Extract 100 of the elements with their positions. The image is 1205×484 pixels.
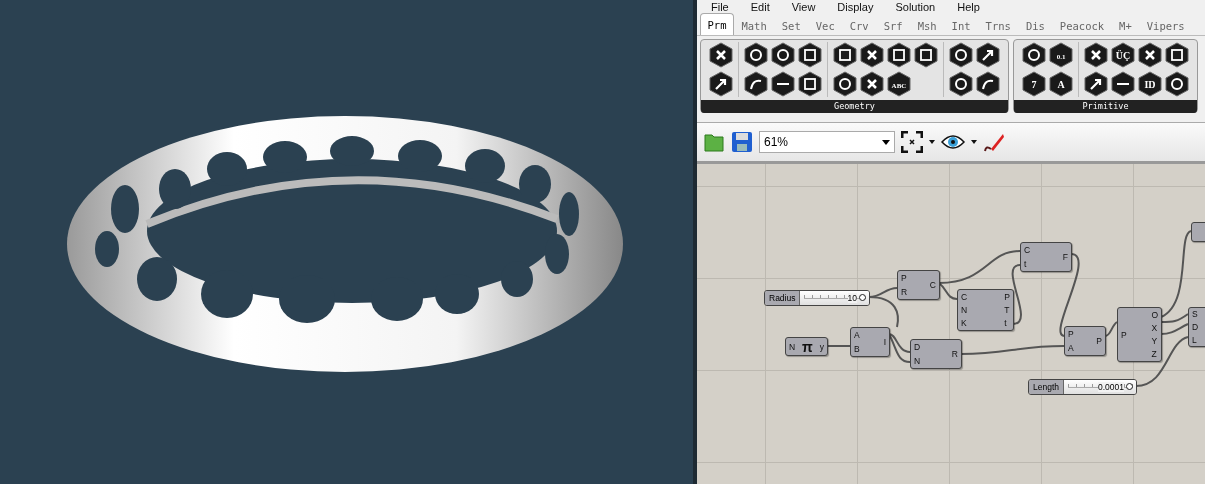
menu-item[interactable]: Solution	[895, 0, 936, 13]
component-icon[interactable]	[949, 42, 973, 68]
component-icon[interactable]	[1084, 71, 1108, 97]
component-node[interactable]: N π y	[785, 337, 828, 356]
component-icon[interactable]	[798, 71, 822, 97]
component-icon[interactable]	[744, 42, 768, 68]
component-icon[interactable]: ÜÇ	[1111, 42, 1135, 68]
port-label: O	[1151, 309, 1158, 320]
component-icon[interactable]	[709, 71, 733, 97]
component-icon[interactable]	[1138, 42, 1162, 68]
component-icon[interactable]	[976, 42, 1000, 68]
port-label: N	[789, 341, 796, 352]
zoom-extents-icon[interactable]	[901, 131, 923, 153]
port-label: P	[1068, 329, 1074, 339]
component-icon[interactable]: A	[1049, 71, 1073, 97]
component-node[interactable]: P R C	[897, 270, 940, 300]
slider-track[interactable]: 10	[800, 291, 869, 305]
port-label: P	[1004, 291, 1010, 302]
port-label: R	[951, 349, 958, 359]
save-icon[interactable]	[731, 131, 753, 153]
component-node[interactable]: P A P	[1064, 326, 1106, 356]
caret-icon[interactable]	[971, 140, 977, 144]
tab[interactable]: Vec	[808, 16, 843, 35]
menu-item[interactable]: Edit	[750, 0, 770, 13]
tab[interactable]: Peacock	[1052, 16, 1112, 35]
port-label: Y	[1151, 336, 1158, 347]
component-icon[interactable]: ID	[1138, 71, 1162, 97]
component-icon[interactable]	[709, 42, 733, 68]
component-icon[interactable]	[833, 71, 857, 97]
component-icon[interactable]	[1022, 42, 1046, 68]
node-symbol: π	[802, 338, 813, 355]
component-icon[interactable]: 7	[1022, 71, 1046, 97]
component-icon[interactable]	[771, 71, 795, 97]
menu-item[interactable]: View	[791, 0, 816, 13]
port-label: t	[1004, 318, 1008, 329]
port-label: Z	[1151, 349, 1158, 360]
tab[interactable]: Dis	[1018, 16, 1053, 35]
component-icon[interactable]	[1111, 71, 1135, 97]
port-label: A	[854, 330, 860, 340]
tab[interactable]: M+	[1111, 16, 1140, 35]
component-icon[interactable]	[914, 42, 938, 68]
tab[interactable]: Set	[774, 16, 809, 35]
tab[interactable]: Trns	[978, 16, 1019, 35]
port-label: F	[1062, 252, 1068, 262]
panel-title: Geometry	[701, 100, 1008, 113]
tab[interactable]: Prm	[700, 13, 734, 35]
component-icon[interactable]	[833, 42, 857, 68]
component-node[interactable]: C t F	[1020, 242, 1072, 272]
tab[interactable]: Crv	[842, 16, 877, 35]
component-icon[interactable]	[744, 71, 768, 97]
component-icon[interactable]	[1165, 42, 1189, 68]
component-icon[interactable]	[771, 42, 795, 68]
port-label: B	[854, 344, 860, 354]
number-slider[interactable]: Radius 10	[764, 290, 870, 306]
port-label: I	[883, 337, 886, 347]
number-slider[interactable]: Length 0.0001	[1028, 379, 1137, 395]
port-label: P	[1096, 336, 1102, 346]
port-label: C	[961, 291, 968, 302]
port-label: P	[1121, 329, 1127, 340]
tab[interactable]: Math	[733, 16, 775, 35]
port-label: X	[1151, 322, 1158, 333]
component-icon[interactable]	[887, 42, 911, 68]
tab[interactable]: Srf	[876, 16, 911, 35]
port-label: T	[1004, 305, 1010, 315]
caret-icon[interactable]	[929, 140, 935, 144]
folder-icon[interactable]	[703, 131, 725, 153]
port-label: A	[1068, 343, 1074, 353]
component-icon[interactable]	[976, 71, 1000, 97]
component-node[interactable]: P O X Y Z	[1117, 307, 1162, 362]
slider-label: Radius	[765, 291, 801, 305]
port-label: L	[1192, 334, 1198, 345]
component-node[interactable]: D N R	[910, 339, 962, 369]
tab[interactable]: Msh	[910, 16, 945, 35]
port-label: y	[819, 341, 824, 352]
component-node[interactable]: C N K P T t	[957, 289, 1014, 331]
menu-item[interactable]: Help	[957, 0, 980, 13]
slider-value: 0.0001	[1098, 382, 1124, 392]
menu-item[interactable]: Display	[837, 0, 874, 13]
caret-icon[interactable]	[882, 139, 890, 145]
component-icon[interactable]	[860, 71, 884, 97]
port-label: C	[929, 280, 936, 290]
component-icon[interactable]	[1084, 42, 1108, 68]
port-label: D	[914, 342, 921, 352]
tab[interactable]: Int	[944, 16, 979, 35]
tab[interactable]: Vipers	[1139, 16, 1193, 35]
zoom-dropdown[interactable]: 61%	[759, 131, 895, 153]
slider-label: Length	[1029, 380, 1064, 394]
port-label: N	[914, 356, 921, 366]
eye-icon[interactable]	[941, 134, 965, 150]
component-node[interactable]: S D L	[1188, 307, 1205, 347]
port-label: R	[901, 287, 908, 297]
component-icon[interactable]	[949, 71, 973, 97]
port-label: K	[961, 318, 968, 329]
menu-item[interactable]: File	[711, 0, 729, 13]
component-icon[interactable]	[860, 42, 884, 68]
slider-track[interactable]: 0.0001	[1064, 380, 1136, 394]
component-node[interactable]: A B I	[850, 327, 890, 357]
component-icon[interactable]	[798, 42, 822, 68]
component-icon[interactable]	[1165, 71, 1189, 97]
port-label: S	[1192, 309, 1199, 320]
